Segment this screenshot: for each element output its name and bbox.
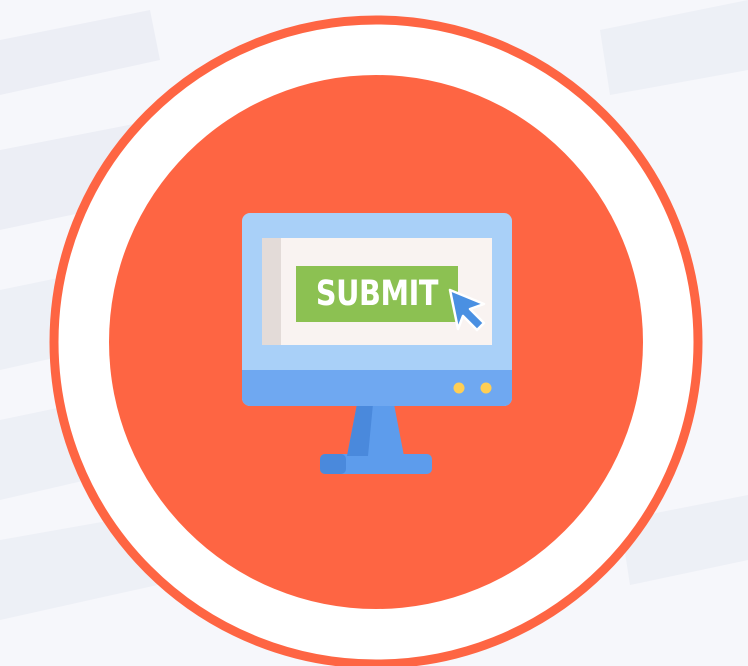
submit-button-icon <box>296 266 458 322</box>
monitor-bezel <box>242 370 512 406</box>
indicator-light <box>480 382 492 394</box>
desktop-monitor-icon <box>242 213 512 474</box>
indicator-light <box>453 382 465 394</box>
